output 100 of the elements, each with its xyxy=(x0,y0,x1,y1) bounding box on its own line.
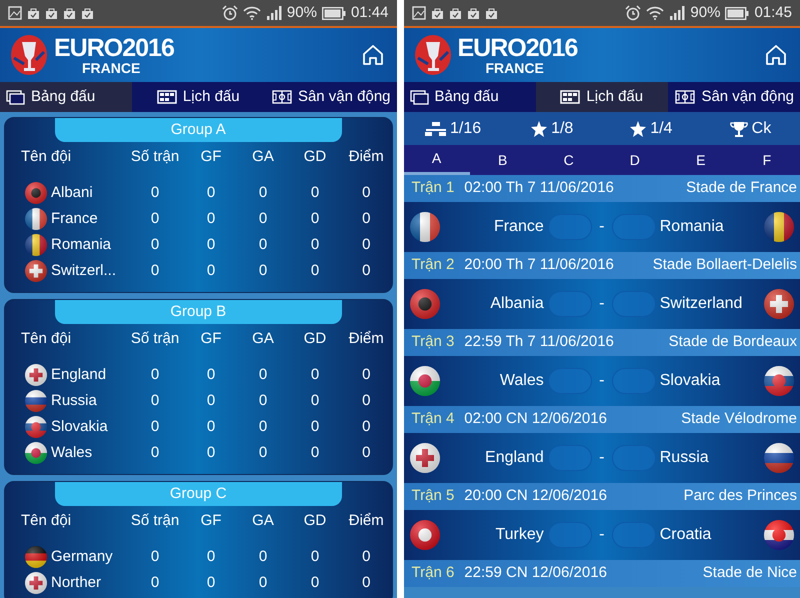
image-icon xyxy=(8,6,22,20)
score-slot xyxy=(612,214,656,240)
stat-value: 0 xyxy=(206,234,216,255)
stat-value: 0 xyxy=(206,182,216,203)
group-title: Group C xyxy=(55,482,342,506)
score-slot xyxy=(548,445,592,471)
score-slot xyxy=(548,214,592,240)
image-icon xyxy=(412,6,426,20)
flag-icon xyxy=(764,366,794,396)
team-name: Norther xyxy=(51,572,102,593)
match-number: Trận 1 xyxy=(412,178,454,198)
match-datetime: 22:59 Th 7 11/06/2016 xyxy=(464,332,614,352)
flag-icon xyxy=(764,212,794,242)
match-datetime: 22:59 CN 12/06/2016 xyxy=(464,563,607,584)
score-separator: - xyxy=(598,448,606,468)
group-tab[interactable]: B xyxy=(470,145,536,175)
score-separator: - xyxy=(598,371,606,391)
star-icon xyxy=(531,120,548,136)
match-venue: Stade Bollaert-Delelis xyxy=(652,255,797,276)
match-venue: Stade de France xyxy=(686,178,797,198)
team-name: France xyxy=(492,217,545,237)
column-header: Tên đội xyxy=(20,328,72,349)
column-header: GF xyxy=(200,328,222,349)
bracket-icon xyxy=(424,121,446,136)
flag-icon xyxy=(764,520,794,550)
match-datetime: 20:00 Th 7 11/06/2016 xyxy=(464,255,614,276)
home-icon xyxy=(764,42,788,67)
column-header: Tên đội xyxy=(20,146,72,167)
column-header: Điểm xyxy=(348,146,385,167)
pitch-icon xyxy=(675,90,696,104)
column-header: GD xyxy=(302,146,328,167)
score-slot xyxy=(612,291,656,317)
wifi-icon xyxy=(242,6,261,20)
flag-icon xyxy=(25,234,47,256)
stat-value: 0 xyxy=(361,546,372,567)
signal-icon xyxy=(669,6,686,20)
stat-value: 0 xyxy=(310,364,320,385)
team-name: Wales xyxy=(498,371,545,391)
score-slot xyxy=(612,368,656,394)
team-name: Romania xyxy=(51,234,112,255)
stat-value: 0 xyxy=(150,546,160,567)
home-icon xyxy=(360,42,384,67)
team-name: Wales xyxy=(51,442,92,463)
match-number: Trận 5 xyxy=(412,486,454,506)
stat-value: 0 xyxy=(150,182,160,203)
battery-percent: 90% xyxy=(690,2,720,23)
column-header: GF xyxy=(200,146,222,167)
bag-icon xyxy=(63,6,76,20)
match-venue: Stade de Bordeaux xyxy=(668,332,797,352)
logo-title: EURO2016 xyxy=(54,36,174,60)
stat-value: 0 xyxy=(361,572,372,593)
stat-value: 0 xyxy=(310,572,320,593)
stat-value: 0 xyxy=(206,390,216,411)
round-tab[interactable]: 1/8 xyxy=(502,112,602,145)
tab[interactable]: Bảng đấu xyxy=(0,82,132,112)
signal-icon xyxy=(266,6,282,20)
stat-value: 0 xyxy=(150,260,160,281)
team-name: Turkey xyxy=(494,525,545,545)
score-slot xyxy=(612,445,656,471)
group-tab[interactable]: D xyxy=(602,145,668,175)
stat-value: 0 xyxy=(150,364,160,385)
group-tab[interactable]: E xyxy=(668,145,734,175)
column-header: GA xyxy=(251,510,275,531)
round-tab[interactable]: Ck xyxy=(700,112,800,145)
team-name: England xyxy=(51,364,106,385)
team-name: Romania xyxy=(658,217,725,237)
stat-value: 0 xyxy=(361,416,372,437)
stat-value: 0 xyxy=(150,390,160,411)
wifi-icon xyxy=(646,6,664,20)
flag-icon xyxy=(410,443,440,473)
round-tab[interactable]: 1/16 xyxy=(404,112,503,145)
tab[interactable]: Sân vận động xyxy=(264,82,396,112)
stat-value: 0 xyxy=(361,260,372,281)
stat-value: 0 xyxy=(206,208,216,229)
stat-value: 0 xyxy=(150,234,160,255)
stat-value: 0 xyxy=(150,208,160,229)
stat-value: 0 xyxy=(206,442,216,463)
battery-icon xyxy=(322,6,346,20)
group-tab[interactable]: F xyxy=(734,145,800,175)
stat-value: 0 xyxy=(361,182,372,203)
stat-value: 0 xyxy=(258,442,268,463)
stat-value: 0 xyxy=(361,208,372,229)
column-header: Số trận xyxy=(130,328,180,349)
stat-value: 0 xyxy=(310,260,320,281)
flag-icon xyxy=(25,416,47,438)
battery-percent: 90% xyxy=(286,2,317,23)
group-tab[interactable]: C xyxy=(536,145,602,175)
trophy-logo-icon xyxy=(414,34,452,76)
round-tab[interactable]: 1/4 xyxy=(602,112,701,145)
tab[interactable]: Sân vận động xyxy=(668,82,800,112)
stat-value: 0 xyxy=(258,260,268,281)
flag-icon xyxy=(25,182,47,204)
flag-icon xyxy=(25,260,47,282)
stat-value: 0 xyxy=(206,416,216,437)
match-venue: Stade Vélodrome xyxy=(681,409,797,430)
tab[interactable]: Bảng đấu xyxy=(404,82,536,112)
stat-value: 0 xyxy=(361,442,372,463)
score-separator: - xyxy=(598,525,606,545)
tab[interactable]: Lịch đấu xyxy=(132,82,264,112)
tab[interactable]: Lịch đấu xyxy=(536,82,668,112)
